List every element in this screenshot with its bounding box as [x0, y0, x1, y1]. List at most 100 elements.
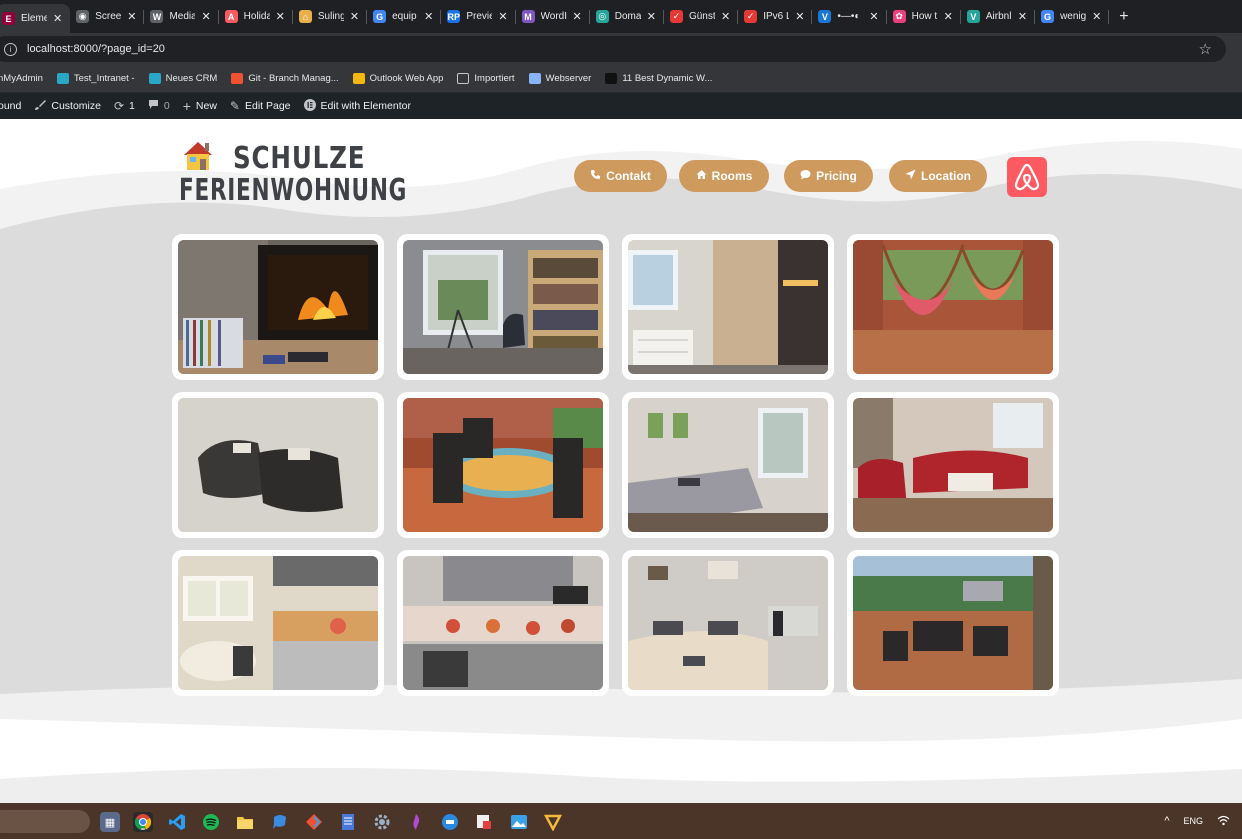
tab-favicon-icon: ✓	[669, 10, 683, 23]
admin-bar-customize[interactable]: Customize	[34, 99, 101, 114]
gallery-photo-kitchen-oven[interactable]	[397, 550, 609, 696]
gallery-photo-bedroom-window[interactable]	[622, 392, 834, 538]
logo-line-2: FERIENWOHNUNG	[179, 173, 408, 208]
admin-bar-edit-page[interactable]: ✎ Edit Page	[230, 99, 291, 113]
study-room-image	[403, 240, 603, 374]
nav-contakt-button[interactable]: Contakt	[574, 160, 667, 192]
docker-icon[interactable]	[440, 812, 460, 832]
tab-close-icon[interactable]: ✕	[647, 10, 656, 23]
gallery-photo-study-room[interactable]	[397, 234, 609, 380]
gallery-photo-patio-dining-table[interactable]	[397, 392, 609, 538]
browser-tab[interactable]: M WordI ✕	[516, 0, 590, 33]
admin-bar-comments[interactable]: 0	[148, 99, 170, 113]
nav-rooms-button[interactable]: Rooms	[679, 160, 769, 192]
tab-close-icon[interactable]: ✕	[1092, 10, 1101, 23]
tab-close-icon[interactable]: ✕	[127, 10, 136, 23]
tab-close-icon[interactable]: ✕	[869, 10, 878, 23]
admin-bar-edit-elementor[interactable]: Edit with Elementor	[303, 98, 411, 114]
tab-label: Media	[169, 11, 196, 22]
nav-pricing-button[interactable]: Pricing	[784, 160, 873, 192]
bookmark-item[interactable]: 11 Best Dynamic W...	[605, 73, 712, 84]
bookmark-item[interactable]: Webserver	[528, 73, 591, 84]
bookmark-item[interactable]: Importiert	[457, 73, 515, 84]
bookmark-icon	[457, 73, 470, 84]
browser-tab[interactable]: ✓ Günst ✕	[664, 0, 739, 33]
airbnb-link-button[interactable]	[1007, 157, 1047, 197]
browser-tab[interactable]: V •—•◐ ✕	[812, 0, 887, 33]
wifi-icon[interactable]	[1217, 815, 1230, 828]
browser-tab[interactable]: ✓ IPv6 L ✕	[738, 0, 813, 33]
bookmark-item[interactable]: Git - Branch Manag...	[231, 73, 339, 84]
tab-label: How t	[911, 11, 938, 22]
admin-bar-updates[interactable]: ⟳ 1	[114, 99, 135, 113]
browser-tab[interactable]: Gequip ✕	[367, 0, 442, 33]
url-text[interactable]: localhost:8000/?page_id=20	[27, 43, 1199, 55]
tab-close-icon[interactable]: ✕	[944, 10, 953, 23]
browser-tab[interactable]: ⌂ Suling ✕	[293, 0, 368, 33]
gallery-photo-bathroom-shower[interactable]	[622, 234, 834, 380]
chrome-icon[interactable]	[133, 812, 153, 832]
browser-tab[interactable]: ◎ Doma ✕	[590, 0, 664, 33]
gallery-photo-bedroom-desk[interactable]	[622, 550, 834, 696]
bookmark-star-icon[interactable]: ☆	[1199, 40, 1212, 58]
gallery-photo-fireplace-tv[interactable]	[172, 234, 384, 380]
bookmark-item[interactable]: Outlook Web App	[352, 73, 443, 84]
tab-close-icon[interactable]: ✕	[721, 10, 730, 23]
tray-overflow-chevron[interactable]: ^	[1164, 815, 1169, 827]
gallery-photo-red-leather-sofa[interactable]	[847, 392, 1059, 538]
browser-tab[interactable]: A Holida ✕	[219, 0, 293, 33]
messenger-icon[interactable]	[270, 812, 290, 832]
bookmark-item[interactable]: Test_Intranet -	[56, 73, 135, 84]
tab-close-icon[interactable]: ✕	[424, 10, 433, 23]
browser-tab[interactable]: W Media ✕	[144, 0, 219, 33]
tray-language[interactable]: ENG	[1183, 816, 1203, 826]
tab-label: Airbnl	[985, 11, 1012, 22]
tab-favicon-icon: ✿	[892, 10, 906, 23]
taskbar-search-box[interactable]	[0, 810, 90, 833]
tab-close-icon[interactable]: ✕	[1018, 10, 1027, 23]
tab-close-icon[interactable]: ✕	[201, 10, 210, 23]
file-explorer-icon[interactable]	[235, 812, 255, 832]
browser-tab[interactable]: V Airbnl ✕	[961, 0, 1036, 33]
filezilla-icon[interactable]	[474, 812, 494, 832]
notepad-icon[interactable]	[338, 812, 358, 832]
tab-close-icon[interactable]: ✕	[53, 12, 62, 25]
tab-close-icon[interactable]: ✕	[276, 10, 285, 23]
comments-icon	[148, 99, 159, 113]
phone-icon	[590, 169, 601, 183]
hammocks-balcony-image	[853, 240, 1053, 374]
gallery-photo-rooftop-terrace[interactable]	[847, 550, 1059, 696]
browser-tab[interactable]: ✿ How t ✕	[887, 0, 961, 33]
gallery-photo-hammocks-balcony[interactable]	[847, 234, 1059, 380]
nav-location-button[interactable]: Location	[889, 160, 987, 192]
tab-close-icon[interactable]: ✕	[498, 10, 507, 23]
browser-tab[interactable]: ◉ Screen ✕	[70, 0, 145, 33]
settings-gear-icon[interactable]	[372, 812, 392, 832]
plus-icon: +	[182, 98, 191, 114]
spotify-icon[interactable]	[201, 812, 221, 832]
admin-bar-new[interactable]: + New	[183, 98, 217, 114]
gallery-photo-towels-on-bed[interactable]	[172, 392, 384, 538]
bookmark-item[interactable]: nMyAdmin	[0, 73, 43, 84]
bathroom-shower-image	[628, 240, 828, 374]
tab-close-icon[interactable]: ✕	[350, 10, 359, 23]
photos-icon[interactable]	[509, 812, 529, 832]
browser-tab[interactable]: E Eleme ✕	[0, 4, 71, 33]
omnibox[interactable]: i localhost:8000/?page_id=20 ☆	[0, 36, 1226, 62]
vscode-icon[interactable]	[167, 812, 187, 832]
gallery-photo-kitchen-window[interactable]	[172, 550, 384, 696]
tab-separator	[1108, 10, 1110, 24]
git-icon[interactable]	[304, 812, 324, 832]
bookmark-item[interactable]: Neues CRM	[148, 73, 217, 84]
tab-close-icon[interactable]: ✕	[795, 10, 804, 23]
site-info-icon[interactable]: i	[4, 42, 17, 56]
phpstorm-icon[interactable]	[406, 812, 426, 832]
task-view-icon[interactable]: ▦	[100, 812, 120, 832]
browser-tab[interactable]: Gwenig ✕	[1035, 0, 1110, 33]
vivaldi-icon[interactable]	[543, 812, 563, 832]
admin-bar-site-link[interactable]: ound	[0, 100, 21, 112]
tab-close-icon[interactable]: ✕	[573, 10, 582, 23]
new-tab-button[interactable]: +	[1109, 8, 1138, 26]
page-viewport: SCHULZE FERIENWOHNUNG Contakt Rooms Pric…	[0, 119, 1242, 803]
browser-tab[interactable]: RP Previe ✕	[441, 0, 516, 33]
